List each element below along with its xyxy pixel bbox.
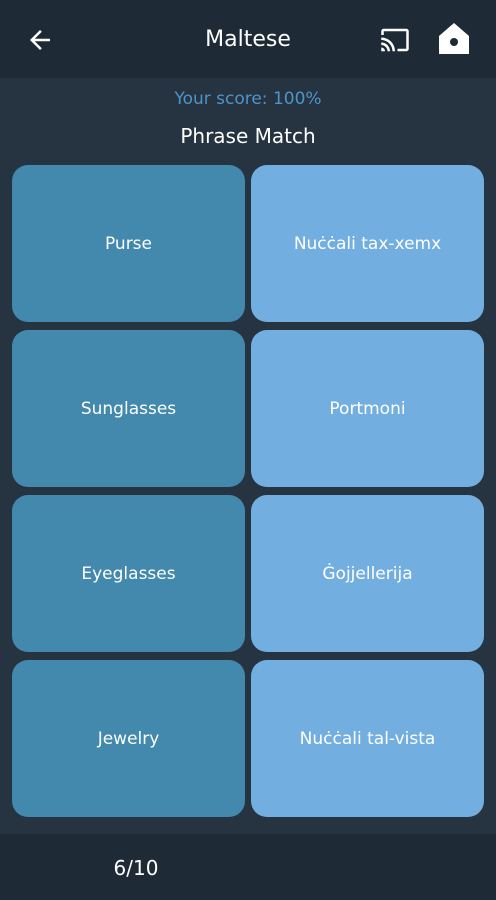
game-title: Phrase Match [180, 124, 316, 148]
match-grid: Purse Nuċċali tax-xemx Sunglasses Portmo… [12, 165, 484, 817]
cast-button[interactable] [376, 22, 414, 58]
app-screen: Maltese Your score: 100% Phrase Match Pu… [0, 0, 496, 900]
cast-icon [381, 28, 409, 52]
score-label: Your score: 100% [174, 89, 322, 109]
top-app-bar: Maltese [0, 0, 496, 78]
home-icon [439, 23, 469, 54]
arrow-left-icon [30, 30, 50, 50]
home-button[interactable] [434, 18, 474, 60]
tile-right-2[interactable]: Portmoni [251, 330, 484, 487]
tile-right-1[interactable]: Nuċċali tax-xemx [251, 165, 484, 322]
tile-left-1[interactable]: Purse [12, 165, 245, 322]
back-button[interactable] [22, 22, 58, 58]
tile-right-4[interactable]: Nuċċali tal-vista [251, 660, 484, 817]
tile-left-4[interactable]: Jewelry [12, 660, 245, 817]
app-title: Maltese [205, 27, 291, 52]
tile-right-3[interactable]: Ġojjellerija [251, 495, 484, 652]
bottom-bar: 6/10 [0, 834, 496, 900]
tile-left-3[interactable]: Eyeglasses [12, 495, 245, 652]
progress-counter: 6/10 [113, 856, 159, 880]
tile-left-2[interactable]: Sunglasses [12, 330, 245, 487]
